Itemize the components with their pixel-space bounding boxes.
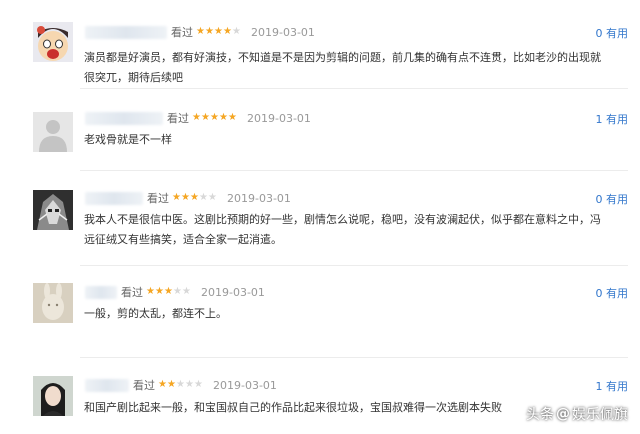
review-meta: 看过 ★ ★ ★ ★ ★ 2019-03-01 xyxy=(85,190,291,206)
useful-count: 0 xyxy=(595,287,603,300)
useful-count: 0 xyxy=(595,193,603,206)
star-icon: ★ xyxy=(214,26,223,37)
review-date: 2019-03-01 xyxy=(201,285,265,299)
review-content-line: 一般，剪的太乱，都连不上。 xyxy=(84,307,227,320)
watched-label: 看过 xyxy=(121,286,143,299)
useful-count: 1 xyxy=(595,113,603,126)
star-icon: ★ xyxy=(146,286,155,297)
star-empty-icon: ★ xyxy=(173,286,182,297)
star-icon: ★ xyxy=(155,286,164,297)
useful-button[interactable]: 0 有用 xyxy=(596,191,629,207)
username-blurred[interactable] xyxy=(85,25,167,39)
star-empty-icon: ★ xyxy=(199,192,208,203)
divider xyxy=(80,88,628,89)
star-icon: ★ xyxy=(205,26,214,37)
useful-label: 有用 xyxy=(606,193,628,206)
review-content: 我本人不是很信中医。这剧比预期的好一些，剧情怎么说呢，稳吧，没有波澜起伏，似乎都… xyxy=(84,210,614,250)
watched-label: 看过 xyxy=(147,192,169,205)
review-meta: 看过 ★ ★ ★ ★ ★ 2019-03-01 xyxy=(85,377,277,393)
review-content: 一般，剪的太乱，都连不上。 xyxy=(84,304,614,324)
divider xyxy=(80,265,628,266)
username-blurred[interactable] xyxy=(85,111,163,125)
useful-label: 有用 xyxy=(606,380,628,393)
avatar[interactable] xyxy=(33,112,73,152)
divider xyxy=(80,357,628,358)
star-icon: ★ xyxy=(164,286,173,297)
divider xyxy=(80,170,628,171)
review-date: 2019-03-01 xyxy=(247,111,311,125)
username-blurred[interactable] xyxy=(85,378,129,392)
star-empty-icon: ★ xyxy=(232,26,241,37)
avatar[interactable] xyxy=(33,22,73,62)
review-content-line: 我本人不是很信中医。这剧比预期的好一些，剧情怎么说呢，稳吧，没有波澜起伏，似乎都… xyxy=(84,213,601,226)
star-icon: ★ xyxy=(223,26,232,37)
review-meta: 看过 ★ ★ ★ ★ ★ 2019-03-01 xyxy=(85,110,311,126)
watched-label: 看过 xyxy=(171,26,193,39)
avatar[interactable] xyxy=(33,190,73,230)
review-meta: 看过 ★ ★ ★ ★ ★ 2019-03-01 xyxy=(85,284,265,300)
useful-count: 0 xyxy=(595,27,603,40)
star-empty-icon: ★ xyxy=(194,379,203,390)
star-icon: ★ xyxy=(190,192,199,203)
useful-label: 有用 xyxy=(606,113,628,126)
watermark-at: @ xyxy=(556,406,570,422)
useful-button[interactable]: 0 有用 xyxy=(596,285,629,301)
avatar[interactable] xyxy=(33,283,73,323)
rating-stars: ★ ★ ★ ★ ★ xyxy=(196,26,241,38)
star-icon: ★ xyxy=(181,192,190,203)
rating-stars: ★ ★ ★ ★ ★ xyxy=(192,112,237,124)
watermark-name: 娱乐佩旗 xyxy=(572,407,628,423)
rating-stars: ★ ★ ★ ★ ★ xyxy=(172,192,217,204)
star-icon: ★ xyxy=(196,26,205,37)
star-empty-icon: ★ xyxy=(208,192,217,203)
star-icon: ★ xyxy=(167,379,176,390)
rating-stars: ★ ★ ★ ★ ★ xyxy=(158,379,203,391)
review-content-line: 远征绒又有些搞笑，适合全家一起消遣。 xyxy=(84,233,282,246)
star-empty-icon: ★ xyxy=(182,286,191,297)
watermark-prefix: 头条 xyxy=(526,407,554,423)
star-icon: ★ xyxy=(192,112,201,123)
review-content: 演员都是好演员，都有好演技，不知道是不是因为剪辑的问题，前几集的确有点不连贯，比… xyxy=(84,48,614,88)
review-content: 老戏骨就是不一样 xyxy=(84,130,614,150)
watched-label: 看过 xyxy=(167,112,189,125)
rating-stars: ★ ★ ★ ★ ★ xyxy=(146,286,191,298)
review-content-line: 老戏骨就是不一样 xyxy=(84,133,172,146)
username-blurred[interactable] xyxy=(85,285,117,299)
useful-button[interactable]: 1 有用 xyxy=(596,378,629,394)
review-content-line: 很突兀，期待后续吧 xyxy=(84,71,183,84)
star-icon: ★ xyxy=(228,112,237,123)
star-icon: ★ xyxy=(219,112,228,123)
watermark: 头条 @ 娱乐佩旗 xyxy=(526,404,628,424)
useful-button[interactable]: 1 有用 xyxy=(596,111,629,127)
review-date: 2019-03-01 xyxy=(227,191,291,205)
username-blurred[interactable] xyxy=(85,191,143,205)
star-empty-icon: ★ xyxy=(176,379,185,390)
star-icon: ★ xyxy=(172,192,181,203)
review-content-line: 演员都是好演员，都有好演技，不知道是不是因为剪辑的问题，前几集的确有点不连贯，比… xyxy=(84,51,601,64)
review-date: 2019-03-01 xyxy=(251,25,315,39)
star-icon: ★ xyxy=(158,379,167,390)
useful-label: 有用 xyxy=(606,27,628,40)
star-empty-icon: ★ xyxy=(185,379,194,390)
useful-button[interactable]: 0 有用 xyxy=(596,25,629,41)
watched-label: 看过 xyxy=(133,379,155,392)
useful-count: 1 xyxy=(595,380,603,393)
useful-label: 有用 xyxy=(606,287,628,300)
review-date: 2019-03-01 xyxy=(213,378,277,392)
review-meta: 看过 ★ ★ ★ ★ ★ 2019-03-01 xyxy=(85,24,315,40)
star-icon: ★ xyxy=(201,112,210,123)
avatar[interactable] xyxy=(33,376,73,416)
star-icon: ★ xyxy=(210,112,219,123)
